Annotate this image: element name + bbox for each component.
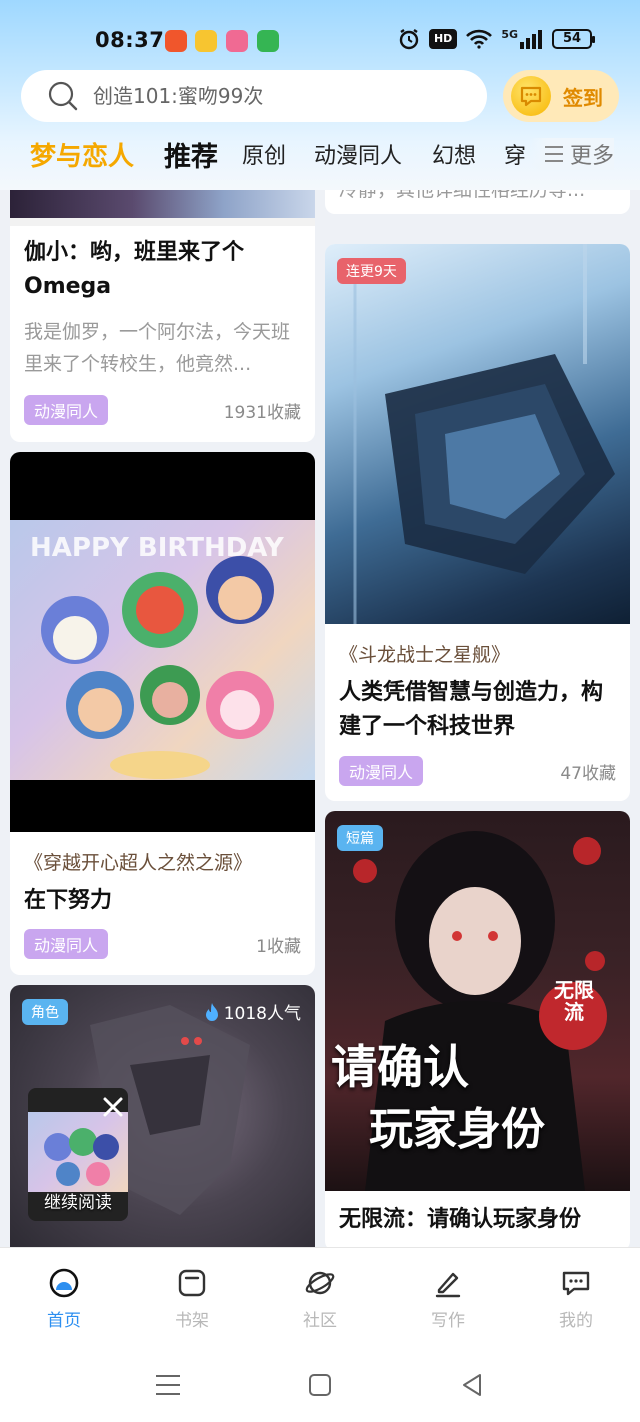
status-time: 08:37 — [95, 28, 165, 52]
nav-label: 书架 — [175, 1311, 209, 1331]
favorites-count: 1收藏 — [256, 937, 301, 957]
nav-write[interactable]: 写作 — [408, 1266, 488, 1331]
battery-icon: 54 — [552, 29, 595, 49]
message-app-icon — [257, 30, 279, 52]
type-badge: 角色 — [22, 999, 68, 1025]
checkin-label: 签到 — [563, 85, 603, 110]
popularity: 1018人气 — [204, 999, 301, 1024]
header: 08:37 HD 5G 54 签到 梦与恋人 推荐 原创 动漫同人 幻想 穿 — [0, 0, 640, 190]
genre-tag[interactable]: 动漫同人 — [339, 756, 424, 786]
genre-tag[interactable]: 动漫同人 — [24, 395, 109, 425]
card-partial-top-right[interactable]: 冷静，其他详细性格经历等... — [325, 190, 630, 214]
starship-illustration — [353, 244, 615, 624]
favorites-count: 1931收藏 — [223, 403, 301, 423]
alarm-icon — [399, 29, 419, 50]
card-description: 冷静，其他详细性格经历等... — [339, 190, 586, 201]
bilibili-app-icon — [226, 30, 248, 52]
card-source-quote: 《穿越开心超人之然之源》 — [24, 852, 253, 874]
menu-icon — [544, 146, 563, 162]
tab-brand[interactable]: 梦与恋人 — [30, 136, 134, 173]
checkin-button[interactable]: 签到 — [503, 70, 619, 122]
card-source-quote: 《斗龙战士之星舰》 — [339, 644, 511, 666]
card-title: 无限流：请确认玩家身份 — [339, 1207, 582, 1232]
pen-icon — [435, 1272, 461, 1298]
more-label: 更多 — [569, 144, 614, 169]
card-toolbar-strip — [10, 218, 315, 226]
nav-label: 我的 — [559, 1311, 593, 1331]
type-badge: 短篇 — [337, 825, 383, 851]
nav-label: 社区 — [303, 1311, 337, 1331]
home-square-icon[interactable] — [304, 1369, 336, 1401]
card-starship[interactable]: 连更9天 《斗龙战士之星舰》 人类凭借智慧与创造力，构建了一个科技世界 动漫同人… — [325, 244, 630, 801]
back-icon[interactable] — [456, 1369, 488, 1401]
continue-reading-label[interactable]: 继续阅读 — [30, 1188, 126, 1213]
tab-recommend[interactable]: 推荐 — [164, 135, 218, 174]
card-cover-image: 无限流 请确认 玩家身份 — [325, 811, 630, 1191]
network-label: 5G — [501, 27, 518, 41]
popularity-count: 1018人气 — [223, 1004, 301, 1024]
tab-original[interactable]: 原创 — [242, 138, 286, 170]
flame-icon — [205, 1002, 218, 1021]
tab-fantasy[interactable]: 幻想 — [432, 138, 476, 170]
bookshelf-icon — [178, 1269, 206, 1297]
genre-tag[interactable]: 动漫同人 — [24, 929, 109, 959]
card-birthday[interactable]: HAPPY BIRTHDAY 《穿越开心超人之然之源》 在下努力 动漫同人 1收… — [10, 452, 315, 975]
checkin-coin-icon — [511, 76, 551, 116]
category-tabs: 梦与恋人 推荐 原创 动漫同人 幻想 穿 更多 — [0, 138, 640, 182]
card-description: 我是伽罗，一个阿尔法，今天班里来了个转校生，他竟然... — [24, 321, 291, 375]
cartoon-illustration: HAPPY BIRTHDAY — [30, 533, 285, 779]
wifi-icon — [466, 29, 493, 49]
card-cover-image — [325, 244, 630, 624]
hd-icon: HD — [428, 29, 458, 49]
home-icon — [49, 1268, 79, 1298]
menu-icon[interactable] — [152, 1369, 184, 1401]
bottom-nav: 首页 书架 社区 写作 我的 — [0, 1247, 640, 1347]
svg-text:HAPPY BIRTHDAY: HAPPY BIRTHDAY — [30, 533, 285, 563]
card-title: 人类凭借智慧与创造力，构建了一个科技世界 — [339, 680, 604, 739]
search-bar[interactable] — [21, 70, 487, 122]
nav-label: 首页 — [47, 1311, 81, 1331]
chat-bubble-icon — [562, 1271, 590, 1296]
nav-profile[interactable]: 我的 — [536, 1266, 616, 1331]
system-nav-bar — [0, 1347, 640, 1422]
favorites-count: 47收藏 — [560, 764, 616, 784]
tab-time-travel[interactable]: 穿 — [504, 138, 526, 170]
nav-community[interactable]: 社区 — [280, 1266, 360, 1331]
nav-bookshelf[interactable]: 书架 — [152, 1266, 232, 1331]
tab-anime-fanfic[interactable]: 动漫同人 — [314, 138, 402, 170]
card-cover-image: HAPPY BIRTHDAY — [10, 452, 315, 832]
card-omega[interactable]: 伽小：哟，班里来了个Omega 我是伽罗，一个阿尔法，今天班里来了个转校生，他竟… — [10, 190, 315, 442]
more-tabs-button[interactable]: 更多 — [529, 138, 614, 170]
video-app-icon — [165, 30, 187, 52]
search-icon — [48, 81, 78, 111]
status-bar: 08:37 HD 5G 54 — [0, 22, 640, 62]
card-cover-image — [10, 190, 315, 218]
nav-home[interactable]: 首页 — [24, 1266, 104, 1331]
nav-label: 写作 — [431, 1311, 465, 1331]
cover-title-line1: 请确认 — [331, 1040, 469, 1094]
cover-title-line2: 玩家身份 — [369, 1104, 545, 1155]
update-streak-badge: 连更9天 — [337, 258, 406, 284]
planet-icon — [305, 1271, 335, 1295]
search-input[interactable] — [93, 84, 453, 108]
cover-seal-text: 无限流 — [554, 978, 594, 1024]
card-title: 伽小：哟，班里来了个Omega — [24, 240, 245, 299]
card-title: 在下努力 — [24, 888, 113, 913]
reader-app-icon — [195, 30, 217, 52]
close-icon[interactable] — [100, 1094, 126, 1120]
card-infinite-flow[interactable]: 无限流 请确认 玩家身份 短篇 无限流：请确认玩家身份 — [325, 811, 630, 1247]
signal-icon — [520, 30, 542, 49]
